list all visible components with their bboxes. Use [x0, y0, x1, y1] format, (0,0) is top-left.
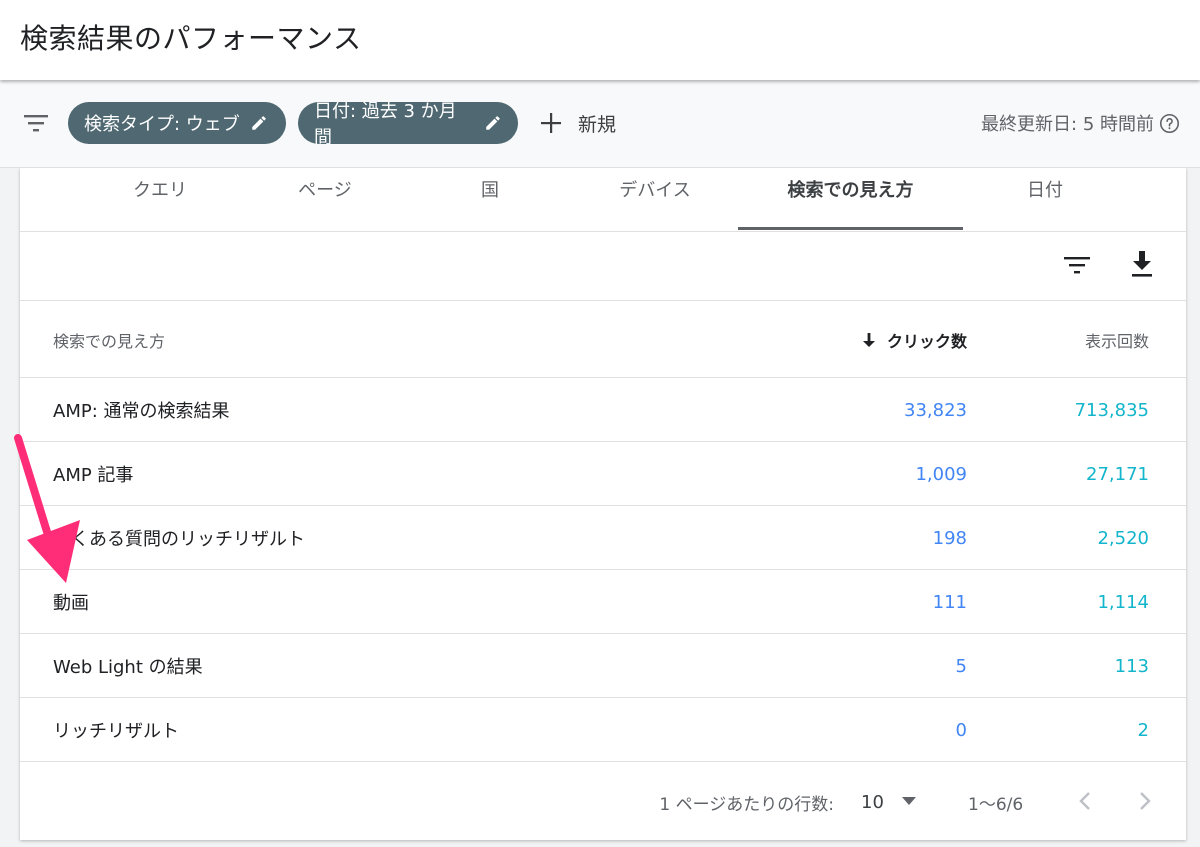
- report-card: クエリ ページ 国 デバイス 検索での見え方 日付 検索での見え方 クリック数 …: [20, 168, 1186, 840]
- rows-per-page-select[interactable]: 10: [861, 764, 884, 840]
- pagination: 1 ページあたりの行数: 10 1〜6/6: [20, 764, 1186, 840]
- tab-country[interactable]: 国: [415, 168, 565, 232]
- row-clicks: 5: [955, 655, 967, 677]
- table-row[interactable]: AMP: 通常の検索結果 33,823 713,835: [20, 378, 1186, 442]
- column-header-clicks-label: クリック数: [886, 331, 967, 351]
- row-impressions: 2: [1137, 719, 1149, 741]
- download-icon[interactable]: [1130, 250, 1154, 278]
- tab-page[interactable]: ページ: [250, 168, 400, 232]
- page-title: 検索結果のパフォーマンス: [20, 22, 362, 55]
- tab-query[interactable]: クエリ: [85, 168, 235, 232]
- row-clicks: 198: [932, 527, 967, 549]
- table-row[interactable]: よくある質問のリッチリザルト 198 2,520: [20, 506, 1186, 570]
- row-impressions: 27,171: [1086, 463, 1149, 485]
- column-header-impressions[interactable]: 表示回数: [1085, 301, 1149, 378]
- row-impressions: 713,835: [1074, 399, 1149, 421]
- table-row[interactable]: Web Light の結果 5 113: [20, 634, 1186, 698]
- row-label: AMP: 通常の検索結果: [53, 401, 230, 422]
- row-impressions: 2,520: [1097, 527, 1149, 549]
- rows-per-page-label: 1 ページあたりの行数:: [659, 794, 834, 815]
- row-impressions: 1,114: [1097, 591, 1149, 613]
- page-range: 1〜6/6: [968, 794, 1024, 815]
- column-header-appearance[interactable]: 検索での見え方: [53, 301, 165, 378]
- row-label: よくある質問のリッチリザルト: [53, 529, 305, 550]
- row-clicks: 0: [955, 719, 967, 741]
- table-row[interactable]: リッチリザルト 0 2: [20, 698, 1186, 762]
- new-filter-button[interactable]: 新規: [540, 102, 616, 144]
- tab-date[interactable]: 日付: [970, 168, 1120, 232]
- table-toolbar: [20, 232, 1186, 301]
- row-label: 動画: [53, 593, 89, 614]
- plus-icon: [541, 113, 561, 133]
- top-bar: 検索結果のパフォーマンス: [0, 0, 1200, 80]
- table-row[interactable]: 動画 111 1,114: [20, 570, 1186, 634]
- new-filter-label: 新規: [578, 113, 617, 136]
- dropdown-caret-icon[interactable]: [902, 797, 916, 805]
- row-impressions: 113: [1114, 655, 1149, 677]
- tab-search-appearance[interactable]: 検索での見え方: [738, 168, 963, 232]
- active-tab-indicator: [738, 227, 963, 230]
- column-header-clicks[interactable]: クリック数: [861, 301, 967, 378]
- search-type-chip-label: 検索タイプ: ウェブ: [84, 114, 240, 135]
- date-range-chip-label: 日付: 過去 3 か月間: [314, 101, 457, 148]
- table-filter-icon[interactable]: [1064, 254, 1090, 276]
- date-range-chip[interactable]: 日付: 過去 3 か月間: [298, 101, 518, 148]
- chevron-right-icon[interactable]: [1136, 790, 1154, 812]
- chevron-left-icon[interactable]: [1076, 790, 1094, 812]
- edit-icon[interactable]: [250, 114, 268, 132]
- help-icon[interactable]: [1159, 113, 1180, 134]
- row-clicks: 33,823: [904, 399, 967, 421]
- filter-bar: 検索タイプ: ウェブ 日付: 過去 3 か月間 新規 最終更新日: 5 時間前: [0, 80, 1200, 168]
- dimension-tabs: クエリ ページ 国 デバイス 検索での見え方 日付: [20, 168, 1186, 232]
- edit-icon[interactable]: [484, 114, 502, 132]
- table-row[interactable]: AMP 記事 1,009 27,171: [20, 442, 1186, 506]
- row-label: Web Light の結果: [53, 657, 203, 678]
- row-clicks: 1,009: [915, 463, 967, 485]
- table-header: 検索での見え方 クリック数 表示回数: [20, 301, 1186, 378]
- search-type-chip[interactable]: 検索タイプ: ウェブ: [68, 102, 286, 144]
- row-label: AMP 記事: [53, 465, 134, 486]
- last-updated-text: 最終更新日: 5 時間前: [981, 114, 1154, 135]
- row-clicks: 111: [932, 591, 967, 613]
- tab-device[interactable]: デバイス: [580, 168, 730, 232]
- sort-arrow-icon: [862, 332, 875, 347]
- filter-icon[interactable]: [24, 114, 48, 132]
- row-label: リッチリザルト: [53, 721, 179, 742]
